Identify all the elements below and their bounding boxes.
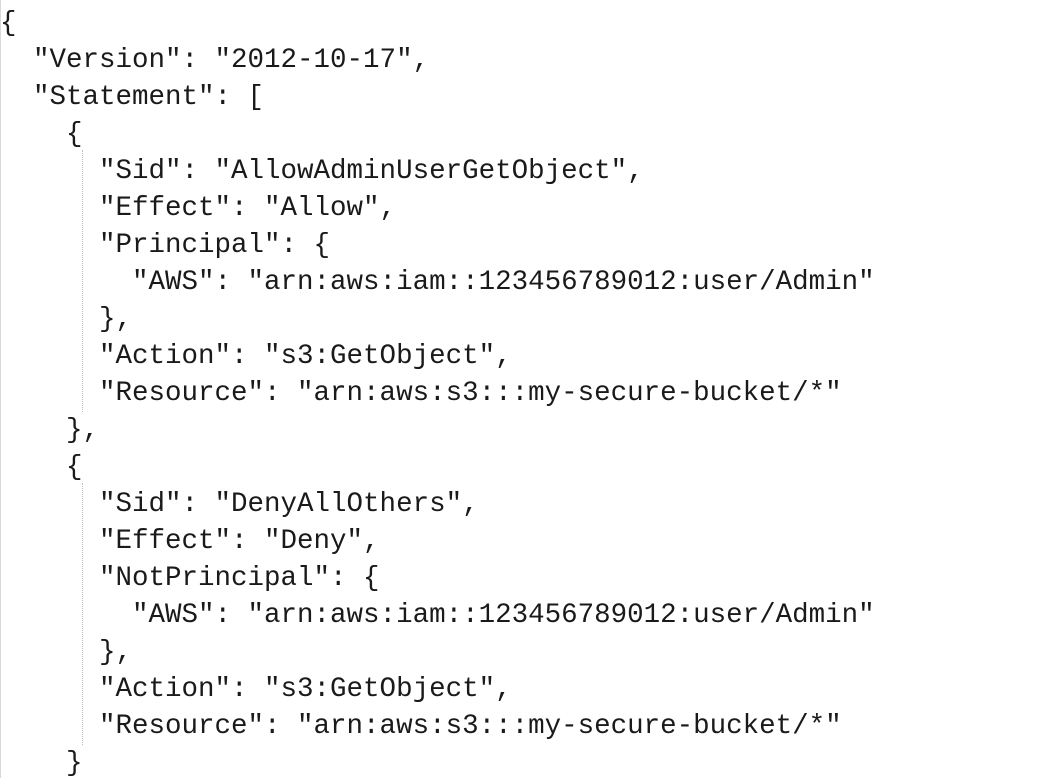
code-line-20: "Resource": "arn:aws:s3:::my-secure-buck… [0, 711, 842, 742]
code-line-6: "Effect": "Allow", [0, 193, 397, 224]
code-line-15: "Effect": "Deny", [0, 526, 380, 557]
code-line-21: } [0, 748, 83, 778]
code-line-3: "Statement": [ [0, 82, 265, 113]
code-line-1: { [0, 8, 17, 39]
code-line-11: "Resource": "arn:aws:s3:::my-secure-buck… [0, 378, 842, 409]
code-line-13: { [0, 452, 83, 483]
code-line-7: "Principal": { [0, 230, 331, 261]
code-line-4: { [0, 119, 83, 150]
code-line-2: "Version": "2012-10-17", [0, 45, 430, 76]
code-line-10: "Action": "s3:GetObject", [0, 341, 512, 372]
code-line-5: "Sid": "AllowAdminUserGetObject", [0, 156, 644, 187]
code-line-18: }, [0, 637, 133, 668]
code-line-16: "NotPrincipal": { [0, 563, 380, 594]
code-view: { "Version": "2012-10-17", "Statement": … [0, 0, 1042, 778]
code-line-12: }, [0, 415, 100, 446]
code-line-19: "Action": "s3:GetObject", [0, 674, 512, 705]
code-line-14: "Sid": "DenyAllOthers", [0, 489, 479, 520]
code-line-17: "AWS": "arn:aws:iam::123456789012:user/A… [0, 600, 875, 631]
code-line-8: "AWS": "arn:aws:iam::123456789012:user/A… [0, 267, 875, 298]
code-line-9: }, [0, 304, 133, 335]
